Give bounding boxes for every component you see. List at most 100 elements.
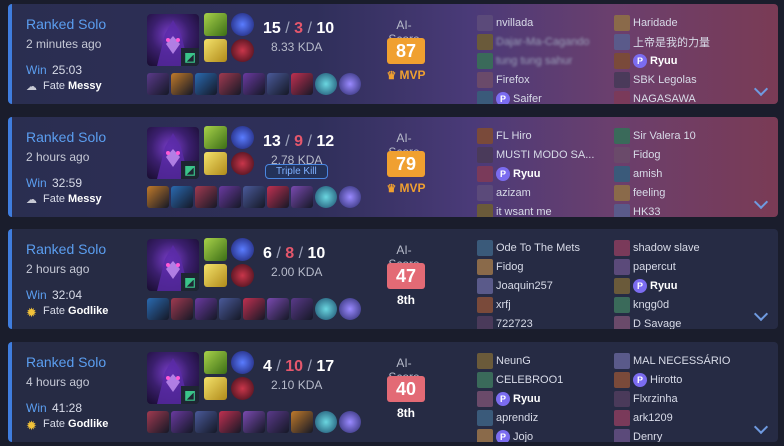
player-row[interactable]: NAGASAWA — [614, 90, 752, 104]
item-slot-icon[interactable] — [147, 73, 169, 95]
player-row[interactable]: MUSTI MODO SA... — [477, 146, 615, 164]
player-name[interactable]: FL Hiro — [496, 130, 532, 142]
ward-trinket-icon[interactable] — [315, 298, 337, 320]
item-slot-icon[interactable] — [267, 73, 289, 95]
player-row[interactable]: P Hirotto — [614, 371, 752, 389]
player-row[interactable]: ark1209 — [614, 409, 752, 427]
keystone-rune-icon[interactable] — [231, 351, 254, 374]
player-name[interactable]: ark1209 — [633, 412, 673, 424]
player-name[interactable]: MUSTI MODO SA... — [496, 149, 594, 161]
secondary-rune-icon[interactable] — [231, 152, 254, 175]
role-quest-icon[interactable] — [339, 411, 361, 433]
item-slot-icon[interactable] — [219, 298, 241, 320]
player-name[interactable]: CELEBROO1 — [496, 374, 563, 386]
player-row[interactable]: D Savage — [614, 315, 752, 329]
player-row[interactable]: papercut — [614, 258, 752, 276]
player-row[interactable]: Haridade — [614, 14, 752, 32]
player-row[interactable]: Fidog — [614, 146, 752, 164]
player-name[interactable]: Denry — [633, 431, 662, 442]
player-name[interactable]: feeling — [633, 187, 665, 199]
role-quest-icon[interactable] — [339, 186, 361, 208]
player-row[interactable]: Denry — [614, 428, 752, 442]
item-slot-icon[interactable] — [267, 186, 289, 208]
item-slot-icon[interactable] — [219, 411, 241, 433]
item-slot-icon[interactable] — [243, 411, 265, 433]
item-slot-icon[interactable] — [219, 73, 241, 95]
player-row[interactable]: MAL NECESSÁRIO — [614, 352, 752, 370]
keystone-rune-icon[interactable] — [231, 13, 254, 36]
player-row[interactable]: HK33 — [614, 203, 752, 217]
expand-chevron-icon[interactable] — [753, 81, 769, 97]
item-slot-icon[interactable] — [195, 186, 217, 208]
player-name[interactable]: Ryuu — [650, 280, 678, 292]
player-row[interactable]: azizam — [477, 184, 615, 202]
player-row[interactable]: it wsant me — [477, 203, 615, 217]
player-name[interactable]: D Savage — [633, 318, 681, 329]
player-row[interactable]: P Ryuu — [614, 277, 752, 295]
spell-flash-icon[interactable] — [204, 39, 227, 62]
item-slot-icon[interactable] — [171, 298, 193, 320]
player-name[interactable]: xrfj — [496, 299, 511, 311]
player-row[interactable]: Flxrzinha — [614, 390, 752, 408]
player-name[interactable]: aprendiz — [496, 412, 538, 424]
champion-portrait[interactable]: ◩ — [147, 239, 199, 291]
player-name[interactable]: kngg0d — [633, 299, 669, 311]
player-name[interactable]: Saifer — [513, 93, 542, 104]
champion-portrait[interactable]: ◩ — [147, 14, 199, 66]
player-name[interactable]: Hirotto — [650, 374, 682, 386]
role-quest-icon[interactable] — [339, 298, 361, 320]
item-slot-icon[interactable] — [243, 298, 265, 320]
item-slot-icon[interactable] — [243, 73, 265, 95]
champion-portrait[interactable]: ◩ — [147, 127, 199, 179]
match-card[interactable]: Ranked Solo 2 hours ago Win 32:59 ☁ Fate… — [8, 117, 778, 217]
player-name[interactable]: Haridade — [633, 17, 678, 29]
expand-chevron-icon[interactable] — [753, 194, 769, 210]
player-name[interactable]: Dajar-Ma-Cagando — [496, 36, 590, 48]
match-card[interactable]: Ranked Solo 4 hours ago Win 41:28 ✹ Fate… — [8, 342, 778, 442]
spell-smite-icon[interactable] — [204, 238, 227, 261]
champion-portrait[interactable]: ◩ — [147, 352, 199, 404]
player-name[interactable]: nvillada — [496, 17, 533, 29]
keystone-rune-icon[interactable] — [231, 238, 254, 261]
player-name[interactable]: Sir Valera 10 — [633, 130, 696, 142]
expand-chevron-icon[interactable] — [753, 306, 769, 322]
item-slot-icon[interactable] — [195, 298, 217, 320]
item-slot-icon[interactable] — [171, 186, 193, 208]
player-name[interactable]: shadow slave — [633, 242, 700, 254]
player-name[interactable]: tung tung sahur — [496, 55, 572, 67]
player-name[interactable]: azizam — [496, 187, 531, 199]
player-row[interactable]: NeunG — [477, 352, 615, 370]
player-row[interactable]: feeling — [614, 184, 752, 202]
player-row[interactable]: Joaquin257 — [477, 277, 615, 295]
player-name[interactable]: 上帝是我的力量 — [633, 34, 710, 50]
player-name[interactable]: Jojo — [513, 431, 533, 442]
role-quest-icon[interactable] — [339, 73, 361, 95]
player-name[interactable]: Fidog — [496, 261, 524, 273]
item-slot-icon[interactable] — [147, 411, 169, 433]
player-row[interactable]: Fidog — [477, 258, 615, 276]
player-name[interactable]: HK33 — [633, 206, 661, 217]
player-name[interactable]: SBK Legolas — [633, 74, 697, 86]
player-row[interactable]: 上帝是我的力量 — [614, 33, 752, 51]
item-slot-icon[interactable] — [171, 411, 193, 433]
item-slot-icon[interactable] — [243, 186, 265, 208]
item-slot-icon[interactable] — [147, 186, 169, 208]
secondary-rune-icon[interactable] — [231, 264, 254, 287]
spell-flash-icon[interactable] — [204, 264, 227, 287]
secondary-rune-icon[interactable] — [231, 39, 254, 62]
player-name[interactable]: Ode To The Mets — [496, 242, 580, 254]
player-name[interactable]: Ryuu — [513, 168, 541, 180]
player-row[interactable]: Dajar-Ma-Cagando — [477, 33, 615, 51]
player-name[interactable]: amish — [633, 168, 662, 180]
ward-trinket-icon[interactable] — [315, 73, 337, 95]
player-row[interactable]: amish — [614, 165, 752, 183]
item-slot-icon[interactable] — [219, 186, 241, 208]
player-name[interactable]: Firefox — [496, 74, 530, 86]
item-slot-icon[interactable] — [195, 411, 217, 433]
player-row[interactable]: nvillada — [477, 14, 615, 32]
ward-trinket-icon[interactable] — [315, 186, 337, 208]
player-row[interactable]: kngg0d — [614, 296, 752, 314]
player-row[interactable]: CELEBROO1 — [477, 371, 615, 389]
player-row[interactable]: P Ryuu — [477, 165, 615, 183]
item-slot-icon[interactable] — [291, 411, 313, 433]
